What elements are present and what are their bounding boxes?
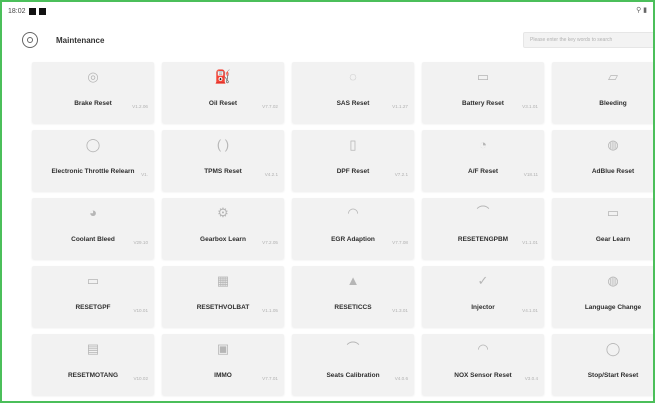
oil-can-icon: ⛽ bbox=[214, 69, 232, 84]
tile-version: V29.10 bbox=[133, 240, 148, 245]
tile-label: Electronic Throttle Relearn bbox=[51, 168, 135, 175]
function-tile[interactable]: ◍AdBlue ResetV1. bbox=[552, 130, 653, 191]
language-icon: ◍ bbox=[607, 273, 619, 288]
function-tile[interactable]: ◯ Stop/Start Reset bbox=[552, 334, 653, 395]
tile-label: Bleeding bbox=[599, 100, 627, 107]
tile-label: Language Change bbox=[584, 304, 642, 311]
function-tile[interactable]: ◠ NOX Sensor Reset V3.0.4 bbox=[422, 334, 544, 395]
af-sensor-icon: ◔ bbox=[479, 137, 487, 152]
steering-wheel-icon: ◌ bbox=[349, 69, 357, 84]
function-tile[interactable]: ▤ RESETMOTANG V10.02 bbox=[32, 334, 154, 395]
search-placeholder: Please enter the key words to search bbox=[530, 37, 613, 43]
tile-label: Stop/Start Reset bbox=[587, 372, 639, 379]
function-tile[interactable]: ◎ Brake Reset V1.2.06 bbox=[32, 62, 154, 123]
function-tile[interactable]: ◕ Coolant Bleed V29.10 bbox=[32, 198, 154, 259]
motor-icon: ▤ bbox=[86, 341, 100, 356]
tile-version: V18.11 bbox=[523, 172, 538, 177]
throttle-icon: ◯ bbox=[85, 137, 101, 152]
header-bar: Maintenance Please enter the key words t… bbox=[2, 26, 653, 54]
function-tile[interactable]: ▦ RESETHVOLBAT V1.1.05 bbox=[162, 266, 284, 327]
function-tile[interactable]: ◔ A/F Reset V18.11 bbox=[422, 130, 544, 191]
tile-version: V3.0.4 bbox=[524, 376, 538, 381]
iccs-icon: ▲ bbox=[346, 273, 360, 288]
tile-version: V4.0.6 bbox=[394, 376, 408, 381]
gear-learn-icon: ▭ bbox=[606, 205, 620, 220]
seat-icon: ⌒ bbox=[346, 341, 360, 356]
function-tile[interactable]: ◍Language ChangeV1. bbox=[552, 266, 653, 327]
tile-version: V10.02 bbox=[133, 376, 148, 381]
function-tile[interactable]: ▣ IMMO V7.7.01 bbox=[162, 334, 284, 395]
injector-icon: ✓ bbox=[477, 273, 489, 288]
function-tile[interactable]: ✓ Injector V4.1.01 bbox=[422, 266, 544, 327]
app-window: 18:02 ⚲ ▮ Maintenance Please enter the k… bbox=[0, 0, 655, 403]
nox-sensor-icon: ◠ bbox=[477, 341, 489, 356]
search-input[interactable]: Please enter the key words to search bbox=[523, 32, 653, 48]
function-tile[interactable]: ▭Gear LearnV1. bbox=[552, 198, 653, 259]
tile-version: V1.1.01 bbox=[522, 240, 538, 245]
coolant-icon: ◕ bbox=[89, 205, 97, 220]
tile-version: V1.1.05 bbox=[262, 308, 278, 313]
tile-version: V7.2.05 bbox=[262, 240, 278, 245]
bleeding-icon: ▱ bbox=[608, 69, 618, 84]
tile-version: V1. bbox=[141, 172, 148, 177]
tile-version: V1.2.06 bbox=[132, 104, 148, 109]
function-tile[interactable]: ▭ Battery Reset V3.1.01 bbox=[422, 62, 544, 123]
egr-icon: ◠ bbox=[347, 205, 359, 220]
function-tile[interactable]: ◯ Electronic Throttle Relearn V1. bbox=[32, 130, 154, 191]
status-icons: ⚲ ▮ bbox=[636, 7, 647, 14]
tile-version: V4.1.01 bbox=[522, 308, 538, 313]
dpf-icon: ▯ bbox=[349, 137, 357, 152]
tile-version: V4.2.1 bbox=[264, 172, 278, 177]
tile-version: V7.7.01 bbox=[262, 376, 278, 381]
status-time: 18:02 bbox=[8, 7, 26, 15]
tile-version: V7.7.08 bbox=[392, 240, 408, 245]
settings-gear-icon[interactable] bbox=[22, 32, 38, 48]
brake-icon: ◎ bbox=[87, 69, 99, 84]
page-title: Maintenance bbox=[56, 35, 105, 45]
function-tile[interactable]: ⌒ Seats Calibration V4.0.6 bbox=[292, 334, 414, 395]
engine-icon: ⌒ bbox=[476, 205, 490, 220]
notification-icon bbox=[28, 7, 36, 15]
function-tile[interactable]: ▭ RESETGPF V10.01 bbox=[32, 266, 154, 327]
tile-version: V7.7.02 bbox=[262, 104, 278, 109]
tile-version: V3.1.01 bbox=[522, 104, 538, 109]
tile-version: V1.3.01 bbox=[392, 308, 408, 313]
gearbox-icon: ⚙ bbox=[217, 205, 229, 220]
tile-version: V10.01 bbox=[133, 308, 148, 313]
adblue-icon: ◍ bbox=[607, 137, 619, 152]
status-bar: 18:02 ⚲ ▮ bbox=[2, 2, 653, 20]
function-tile[interactable]: ◠ EGR Adaption V7.7.08 bbox=[292, 198, 414, 259]
function-tile[interactable]: ▯ DPF Reset V7.2.1 bbox=[292, 130, 414, 191]
function-tile[interactable]: ▲ RESETICCS V1.3.01 bbox=[292, 266, 414, 327]
tire-pressure-icon: ( ) bbox=[216, 137, 230, 152]
tile-label: Gear Learn bbox=[595, 236, 631, 243]
tile-version: V1.1.27 bbox=[392, 104, 408, 109]
tile-version: V7.2.1 bbox=[394, 172, 408, 177]
function-tile[interactable]: ⌒ RESETENGPBM V1.1.01 bbox=[422, 198, 544, 259]
tile-label: AdBlue Reset bbox=[591, 168, 635, 175]
function-tile[interactable]: ( ) TPMS Reset V4.2.1 bbox=[162, 130, 284, 191]
stop-start-icon: ◯ bbox=[605, 341, 621, 356]
function-tile[interactable]: ◌ SAS Reset V1.1.27 bbox=[292, 62, 414, 123]
notification-icon bbox=[38, 7, 46, 15]
battery-icon: ▭ bbox=[476, 69, 490, 84]
gpf-icon: ▭ bbox=[86, 273, 100, 288]
function-tile[interactable]: ⚙ Gearbox Learn V7.2.05 bbox=[162, 198, 284, 259]
immo-icon: ▣ bbox=[216, 341, 230, 356]
function-tile[interactable]: ⛽ Oil Reset V7.7.02 bbox=[162, 62, 284, 123]
function-tile[interactable]: ▱BleedingV1. bbox=[552, 62, 653, 123]
hv-battery-icon: ▦ bbox=[216, 273, 230, 288]
function-grid: ◎ Brake Reset V1.2.06 ⛽ Oil Reset V7.7.02 ◌ SAS… bbox=[32, 62, 653, 395]
